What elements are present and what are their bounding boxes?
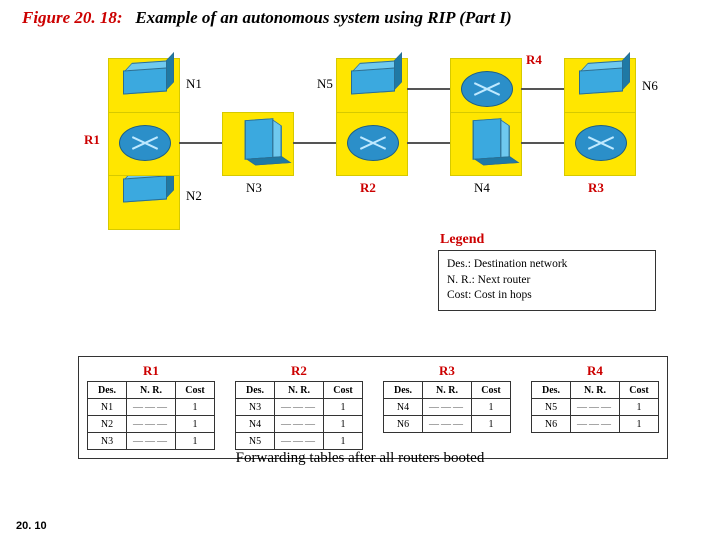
col-nr: N. R. xyxy=(127,382,176,399)
table-title: R3 xyxy=(439,363,455,379)
label-r1: R1 xyxy=(84,132,100,148)
forwarding-tables: R1 Des. N. R. Cost N1———1 N2———1 N3———1 … xyxy=(78,356,668,459)
cell-des: N3 xyxy=(236,399,275,416)
router-icon xyxy=(347,125,399,161)
table-title: R1 xyxy=(143,363,159,379)
cell-cost: 1 xyxy=(176,416,215,433)
col-cost: Cost xyxy=(324,382,363,399)
cell-nr: ——— xyxy=(127,399,176,416)
legend-line-3: Cost: Cost in hops xyxy=(447,288,647,304)
col-nr: N. R. xyxy=(275,382,324,399)
col-des: Des. xyxy=(384,382,423,399)
cell-cost: 1 xyxy=(324,433,363,450)
legend-line-1: Des.: Destination network xyxy=(447,257,647,273)
link-line xyxy=(521,142,564,144)
figure-number-text: Figure 20. 18: xyxy=(22,8,123,27)
cell-des: N4 xyxy=(384,399,423,416)
routing-table: Des. N. R. Cost N4———1 N6———1 xyxy=(383,381,511,433)
cell-nr: ——— xyxy=(423,399,472,416)
cell-des: N6 xyxy=(532,416,571,433)
network-n3 xyxy=(222,112,294,176)
col-des: Des. xyxy=(88,382,127,399)
legend-line-2: N. R.: Next router xyxy=(447,273,647,289)
col-cost: Cost xyxy=(620,382,659,399)
host-icon xyxy=(123,175,167,202)
legend-title: Legend xyxy=(440,232,484,248)
routing-table: Des. N. R. Cost N1———1 N2———1 N3———1 xyxy=(87,381,215,450)
router-r3 xyxy=(564,112,636,176)
table-r1: R1 Des. N. R. Cost N1———1 N2———1 N3———1 xyxy=(87,363,215,450)
table-r4: R4 Des. N. R. Cost N5———1 N6———1 xyxy=(531,363,659,450)
cell-cost: 1 xyxy=(472,416,511,433)
label-n6: N6 xyxy=(642,78,658,94)
host-icon xyxy=(579,67,623,94)
host-icon xyxy=(245,118,274,160)
cell-nr: ——— xyxy=(275,416,324,433)
page-number: 20. 10 xyxy=(16,520,47,532)
cell-cost: 1 xyxy=(620,416,659,433)
label-n5: N5 xyxy=(317,76,333,92)
cell-des: N1 xyxy=(88,399,127,416)
label-r3: R3 xyxy=(588,180,604,196)
col-des: Des. xyxy=(532,382,571,399)
routing-table: Des. N. R. Cost N5———1 N6———1 xyxy=(531,381,659,433)
figure-title: Figure 20. 18: Example of an autonomous … xyxy=(22,8,512,28)
network-n4 xyxy=(450,112,522,176)
cell-cost: 1 xyxy=(324,416,363,433)
host-icon xyxy=(351,67,395,94)
label-r4: R4 xyxy=(526,52,542,68)
host-icon xyxy=(123,67,167,94)
col-nr: N. R. xyxy=(571,382,620,399)
cell-cost: 1 xyxy=(176,433,215,450)
table-r3: R3 Des. N. R. Cost N4———1 N6———1 xyxy=(383,363,511,450)
router-icon xyxy=(119,125,171,161)
col-cost: Cost xyxy=(176,382,215,399)
link-line xyxy=(407,142,450,144)
legend-box: Des.: Destination network N. R.: Next ro… xyxy=(438,250,656,311)
cell-nr: ——— xyxy=(571,416,620,433)
link-line xyxy=(521,88,564,90)
cell-nr: ——— xyxy=(423,416,472,433)
cell-nr: ——— xyxy=(127,433,176,450)
router-r1 xyxy=(108,112,180,176)
cell-cost: 1 xyxy=(620,399,659,416)
table-title: R2 xyxy=(291,363,307,379)
col-cost: Cost xyxy=(472,382,511,399)
topology-diagram: N1 N2 R1 N3 N5 R2 R4 N4 N6 R3 xyxy=(0,52,720,222)
cell-nr: ——— xyxy=(275,433,324,450)
cell-des: N4 xyxy=(236,416,275,433)
cell-des: N5 xyxy=(236,433,275,450)
label-r2: R2 xyxy=(360,180,376,196)
router-icon xyxy=(575,125,627,161)
cell-des: N6 xyxy=(384,416,423,433)
tables-caption: Forwarding tables after all routers boot… xyxy=(0,450,720,467)
cell-des: N3 xyxy=(88,433,127,450)
cell-nr: ——— xyxy=(275,399,324,416)
cell-cost: 1 xyxy=(472,399,511,416)
cell-des: N2 xyxy=(88,416,127,433)
link-line xyxy=(407,88,450,90)
link-line xyxy=(179,142,222,144)
table-r2: R2 Des. N. R. Cost N3———1 N4———1 N5———1 xyxy=(235,363,363,450)
routing-table: Des. N. R. Cost N3———1 N4———1 N5———1 xyxy=(235,381,363,450)
router-icon xyxy=(461,71,513,107)
router-r2 xyxy=(336,112,408,176)
figure-caption-text: Example of an autonomous system using RI… xyxy=(135,8,511,27)
table-title: R4 xyxy=(587,363,603,379)
label-n2: N2 xyxy=(186,188,202,204)
label-n4: N4 xyxy=(474,180,490,196)
cell-des: N5 xyxy=(532,399,571,416)
cell-cost: 1 xyxy=(324,399,363,416)
label-n1: N1 xyxy=(186,76,202,92)
label-n3: N3 xyxy=(246,180,262,196)
cell-nr: ——— xyxy=(127,416,176,433)
col-des: Des. xyxy=(236,382,275,399)
link-line xyxy=(293,142,336,144)
cell-nr: ——— xyxy=(571,399,620,416)
host-icon xyxy=(473,118,502,160)
col-nr: N. R. xyxy=(423,382,472,399)
cell-cost: 1 xyxy=(176,399,215,416)
